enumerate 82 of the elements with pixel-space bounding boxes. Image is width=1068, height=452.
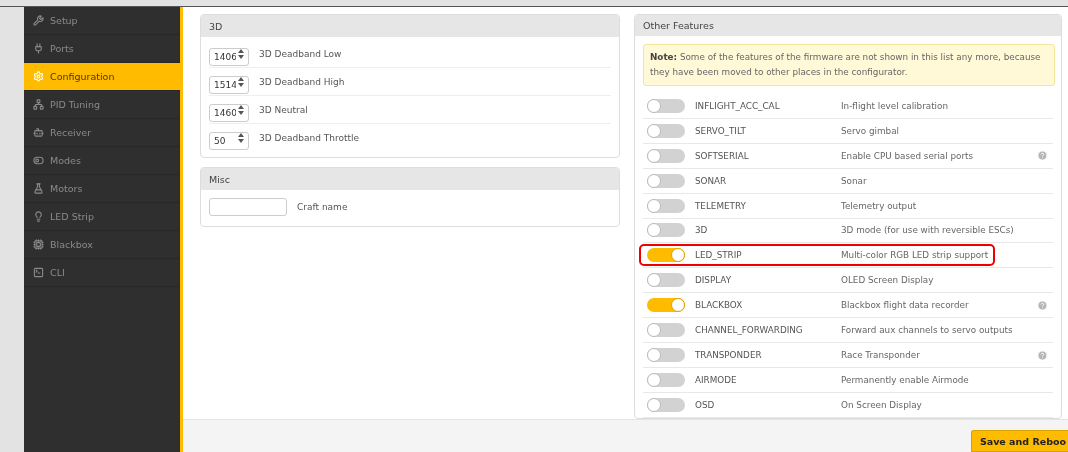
save-button[interactable]: Save and Reboo <box>970 430 1068 452</box>
toggle-switch[interactable] <box>647 223 685 238</box>
nav-label: Configuration <box>50 71 115 82</box>
panel-title: Misc <box>201 168 619 190</box>
feature-name: TELEMETRY <box>695 200 747 211</box>
terminal-icon <box>33 267 44 278</box>
toggle-icon <box>33 155 44 166</box>
field-label: 3D Deadband Throttle <box>259 132 360 143</box>
feature-name: BLACKBOX <box>695 300 744 311</box>
feature-description: Blackbox flight data recorder <box>841 300 970 311</box>
feature-name: 3D <box>695 225 709 236</box>
spinner-arrows-icon[interactable] <box>238 132 244 143</box>
field-label: Craft name <box>297 201 348 212</box>
feature-description: Permanently enable Airmode <box>841 375 970 386</box>
feature-name: TRANSPONDER <box>695 350 763 361</box>
feature-name: SOFTSERIAL <box>695 150 750 161</box>
plug-icon <box>33 43 44 54</box>
feature-name: LED_STRIP <box>695 250 743 261</box>
toggle-switch[interactable] <box>647 123 685 138</box>
number-field[interactable]: 1406 <box>209 47 249 66</box>
number-field[interactable]: 1460 <box>209 103 249 122</box>
help-icon[interactable] <box>1036 349 1048 361</box>
feature-description: Enable CPU based serial ports <box>841 150 975 161</box>
feature-name: SERVO_TILT <box>695 125 747 136</box>
hierarchy-icon <box>33 99 44 110</box>
nav-label: LED Strip <box>50 211 94 222</box>
toggle-switch[interactable] <box>647 173 685 188</box>
field-label: 3D Neutral <box>259 104 308 115</box>
toggle-switch[interactable] <box>647 348 685 363</box>
feature-name: SONAR <box>695 175 728 186</box>
spinner-arrows-icon[interactable] <box>238 48 244 59</box>
robot-icon <box>33 127 44 138</box>
gear-icon <box>33 71 44 82</box>
feature-description: Servo gimbal <box>841 125 900 136</box>
nav-label: Blackbox <box>50 239 93 250</box>
field-label: 3D Deadband Low <box>259 48 342 59</box>
feature-name: CHANNEL_FORWARDING <box>695 325 804 336</box>
feature-description: Multi-color RGB LED strip support <box>841 250 990 261</box>
feature-description: In-flight level calibration <box>841 100 949 111</box>
spinner-arrows-icon[interactable] <box>238 104 244 115</box>
help-icon[interactable] <box>1036 299 1048 311</box>
feature-name: DISPLAY <box>695 275 733 286</box>
feature-description: OLED Screen Display <box>841 275 935 286</box>
feature-description: Telemetry output <box>841 200 918 211</box>
spinner-arrows-icon[interactable] <box>238 76 244 87</box>
nav-item[interactable]: Configuration <box>24 63 180 91</box>
toggle-switch[interactable] <box>647 198 685 213</box>
toggle-switch[interactable] <box>647 98 685 113</box>
toggle-switch[interactable] <box>647 148 685 163</box>
feature-description: Sonar <box>841 175 868 186</box>
feature-description: Forward aux channels to servo outputs <box>841 325 1014 336</box>
text-field[interactable] <box>209 197 287 216</box>
flask-icon <box>33 183 44 194</box>
nav-label: Receiver <box>50 127 92 138</box>
toggle-switch[interactable] <box>647 273 685 288</box>
feature-description: On Screen Display <box>841 400 923 411</box>
toggle-switch[interactable] <box>647 323 685 338</box>
number-field[interactable]: 1514 <box>209 75 249 94</box>
feature-description: Race Transponder <box>841 350 921 361</box>
panel-title: Other Features <box>635 15 1061 36</box>
panel-title: 3D <box>201 15 619 37</box>
note-text: Note: Some of the features of the firmware are not shown in this list any more, because they have been moved to other places in the configurator. <box>643 43 1055 86</box>
wrench-icon <box>33 15 44 26</box>
nav-label: Motors <box>50 183 83 194</box>
feature-name: INFLIGHT_ACC_CAL <box>695 100 781 111</box>
feature-description: 3D mode (for use with reversible ESCs) <box>841 225 1015 236</box>
nav-label: CLI <box>50 267 65 278</box>
feature-name: AIRMODE <box>695 375 738 386</box>
toggle-switch[interactable] <box>647 398 685 413</box>
help-icon[interactable] <box>1036 150 1048 162</box>
field-label: 3D Deadband High <box>259 76 345 87</box>
nav-label: Modes <box>50 155 81 166</box>
nav-label: PID Tuning <box>50 99 100 110</box>
toggle-switch[interactable] <box>647 373 685 388</box>
toggle-switch[interactable] <box>647 248 685 263</box>
toggle-switch[interactable] <box>647 298 685 313</box>
chip-icon <box>33 239 44 250</box>
number-field[interactable]: 50 <box>209 131 249 150</box>
nav-label: Setup <box>50 15 78 26</box>
feature-name: OSD <box>695 400 716 411</box>
nav-label: Ports <box>50 43 74 54</box>
bulb-icon <box>33 211 44 222</box>
